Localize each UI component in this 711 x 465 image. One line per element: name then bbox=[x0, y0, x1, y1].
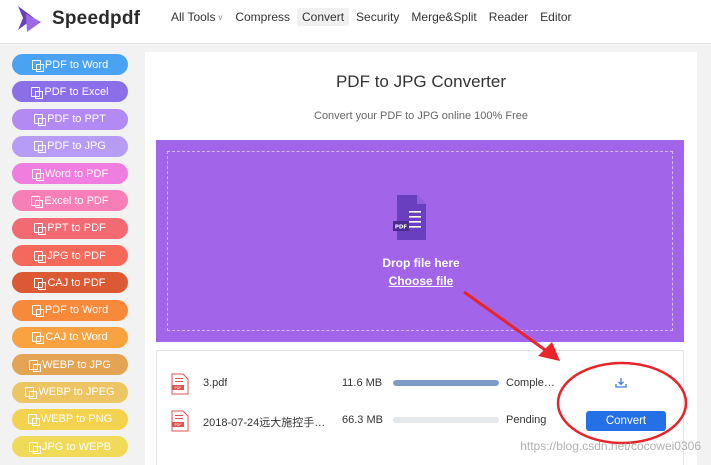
file-icon-label: PDF bbox=[174, 386, 181, 390]
nav-item-label: Security bbox=[356, 10, 400, 24]
tool-sidebar: PDF to Word PDF to Excel PDF to PPT PDF to … bbox=[12, 54, 128, 463]
drop-zone-border bbox=[167, 151, 673, 331]
nav-item-security[interactable]: Security bbox=[351, 8, 404, 26]
sidebar-item-label: CAJ to PDF bbox=[47, 276, 106, 289]
sidebar-item-webp-to-png[interactable]: WEBP to PNG bbox=[12, 408, 128, 430]
convert-file-icon bbox=[32, 332, 45, 345]
convert-file-icon bbox=[25, 387, 38, 400]
convert-file-icon bbox=[31, 86, 44, 99]
file-size: 11.6 MB bbox=[342, 377, 383, 389]
file-status: Comple… bbox=[506, 377, 555, 389]
pdf-file-icon: PDF bbox=[171, 373, 189, 395]
page-title: PDF to JPG Converter bbox=[335, 72, 507, 91]
sidebar-item-caj-to-pdf[interactable]: CAJ to PDF bbox=[12, 272, 128, 294]
convert-file-icon bbox=[31, 59, 44, 72]
choose-file-link[interactable]: Choose file bbox=[145, 274, 697, 288]
sidebar-item-excel-to-pdf[interactable]: Excel to PDF bbox=[12, 190, 128, 212]
nav-item-label: Merge&Split bbox=[411, 10, 477, 24]
drop-file-text: Drop file here bbox=[382, 256, 460, 270]
converter-panel: PDF to JPG Converter Convert your PDF to… bbox=[145, 52, 697, 465]
convert-file-icon bbox=[34, 141, 47, 154]
nav-item-editor[interactable]: Editor bbox=[535, 8, 576, 26]
sidebar-item-pdf-to-ppt[interactable]: PDF to PPT bbox=[12, 108, 128, 130]
file-size: 66.3 MB bbox=[342, 414, 383, 426]
nav-item-reader[interactable]: Reader bbox=[484, 8, 533, 26]
nav-item-label: Convert bbox=[302, 10, 345, 24]
sidebar-item-label: PPT to PDF bbox=[47, 222, 106, 235]
download-icon[interactable] bbox=[614, 376, 628, 390]
convert-file-icon bbox=[31, 305, 44, 318]
convert-file-icon bbox=[34, 223, 47, 236]
convert-file-icon bbox=[29, 359, 42, 372]
convert-file-icon bbox=[34, 277, 47, 290]
sidebar-item-pdf-to-excel[interactable]: PDF to Excel bbox=[12, 81, 128, 103]
main-nav: All Tools ∨ Compress Convert Security Merge&S… bbox=[166, 8, 579, 26]
sidebar-item-jpg-to-pdf[interactable]: JPG to PDF bbox=[12, 245, 128, 267]
convert-file-icon bbox=[31, 168, 44, 181]
file-row: PDF 2018-07-24远大施控手… 66.3 MB Pending Con… bbox=[157, 406, 685, 436]
sidebar-item-label: PDF to JPG bbox=[47, 140, 106, 153]
sidebar-item-label: PDF to Word bbox=[44, 304, 109, 317]
sidebar-item-jpg-to-wepb[interactable]: JPG to WEPB bbox=[12, 436, 128, 458]
nav-item-convert[interactable]: Convert bbox=[297, 8, 350, 26]
nav-item-compress[interactable]: Compress bbox=[230, 8, 295, 26]
nav-item-merge-split[interactable]: Merge&Split bbox=[406, 8, 481, 26]
nav-item-label: All Tools bbox=[171, 10, 216, 24]
sidebar-item-label: WEBP to JPEG bbox=[38, 386, 115, 399]
sidebar-item-label: Excel to PDF bbox=[44, 194, 109, 207]
nav-item-label: Editor bbox=[540, 10, 572, 24]
sidebar-item-webp-to-jpg[interactable]: WEBP to JPG bbox=[12, 354, 128, 376]
top-navigation-bar: Speedpdf All Tools ∨ Compress Convert Securi… bbox=[0, 0, 711, 44]
nav-item-all-tools[interactable]: All Tools ∨ bbox=[166, 8, 228, 26]
sidebar-item-label: Word to PDF bbox=[44, 167, 109, 180]
sidebar-item-label: WEBP to JPG bbox=[42, 358, 111, 371]
sidebar-item-label: CAJ to Word bbox=[45, 331, 108, 344]
sidebar-item-label: PDF to Word bbox=[44, 58, 109, 71]
sidebar-item-label: PDF to Excel bbox=[44, 85, 109, 98]
sidebar-item-label: JPG to PDF bbox=[47, 249, 106, 262]
sidebar-item-label: JPG to WEPB bbox=[41, 440, 112, 453]
convert-button[interactable]: Convert bbox=[586, 411, 666, 431]
sidebar-item-pdf-to-word[interactable]: PDF to Word bbox=[12, 299, 128, 321]
chevron-down-icon: ∨ bbox=[217, 12, 224, 22]
sidebar-item-word-to-pdf[interactable]: Word to PDF bbox=[12, 163, 128, 185]
convert-file-icon bbox=[28, 441, 41, 454]
sidebar-item-label: WEBP to PNG bbox=[40, 413, 113, 426]
convert-file-icon bbox=[34, 250, 47, 263]
nav-item-label: Compress bbox=[235, 10, 291, 24]
file-row: PDF 3.pdf 11.6 MB Comple… bbox=[157, 369, 685, 399]
page-subtitle: Convert your PDF to JPG online 100% Free bbox=[314, 110, 528, 122]
sidebar-item-pdf-to-word[interactable]: PDF to Word bbox=[12, 54, 128, 75]
convert-file-icon bbox=[27, 414, 40, 427]
progress-bar bbox=[393, 380, 499, 386]
speedpdf-logo-icon[interactable] bbox=[14, 4, 44, 34]
file-name: 2018-07-24远大施控手… bbox=[203, 417, 326, 429]
sidebar-item-caj-to-word[interactable]: CAJ to Word bbox=[12, 326, 128, 348]
file-icon-label: PDF bbox=[174, 423, 181, 427]
file-drop-zone[interactable] bbox=[156, 140, 684, 342]
nav-item-label: Reader bbox=[488, 10, 529, 24]
convert-file-icon bbox=[31, 195, 44, 208]
file-name: 3.pdf bbox=[203, 377, 228, 389]
sidebar-item-pdf-to-jpg[interactable]: PDF to JPG bbox=[12, 135, 128, 157]
progress-fill bbox=[393, 380, 499, 386]
pdf-document-icon: PDF bbox=[393, 195, 426, 240]
watermark: https://blog.csdn.net/cocowei0306 bbox=[520, 439, 701, 453]
pdf-icon-label: PDF bbox=[395, 225, 408, 231]
brand-name[interactable]: Speedpdf bbox=[52, 8, 140, 30]
sidebar-item-webp-to-jpeg[interactable]: WEBP to JPEG bbox=[12, 381, 128, 403]
sidebar-item-ppt-to-pdf[interactable]: PPT to PDF bbox=[12, 217, 128, 239]
pdf-file-icon: PDF bbox=[171, 410, 189, 432]
file-status: Pending bbox=[506, 414, 547, 426]
convert-file-icon bbox=[34, 114, 47, 127]
sidebar-item-label: PDF to PPT bbox=[47, 113, 106, 126]
progress-bar bbox=[393, 417, 499, 423]
